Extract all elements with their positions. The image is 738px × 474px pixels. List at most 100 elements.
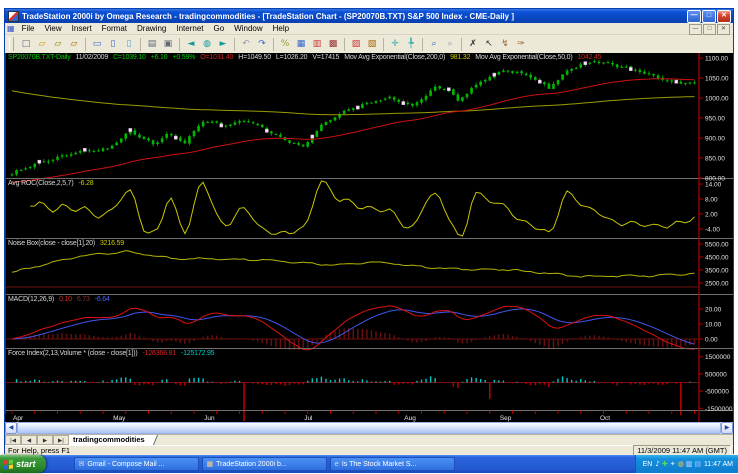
workspace-folder-icon[interactable]: ▧ [364,37,380,52]
hand-tool-icon[interactable]: ✑ [513,37,529,52]
redo-icon[interactable]: ↷ [254,37,270,52]
network-icon[interactable]: ▥ [686,460,693,468]
chart-analysis-icon[interactable]: ▨ [348,37,364,52]
zoom-in-icon[interactable]: ⌕ [426,37,442,52]
taskbar-clock[interactable]: 11:47 AM [704,461,733,468]
back-icon[interactable]: ◄ [183,37,199,52]
radar-screen-icon[interactable]: ▩ [325,37,341,52]
print-preview-icon[interactable]: ▯ [121,37,137,52]
tab-nav-button-0[interactable]: |◀ [5,435,21,445]
antivirus-icon[interactable]: ✚ [662,460,668,468]
axis-label: 950.00 [705,116,725,123]
messenger-icon[interactable]: ✦ [670,460,676,468]
tab-nav-button-3[interactable]: ▶| [53,435,69,445]
tab-nav-button-2[interactable]: ▶ [37,435,53,445]
force-label-segment: -125172.95 [181,350,214,357]
drawing-tool-icon[interactable]: ✗ [465,37,481,52]
open-workspace-icon[interactable]: ▱ [50,37,66,52]
axis-label: 5500.00 [705,242,729,249]
crosshair-icon[interactable]: ✛ [387,37,403,52]
undo-icon[interactable]: ↶ [238,37,254,52]
month-label: Oct [600,415,610,422]
page-setup-icon[interactable]: ▯ [105,37,121,52]
menu-view[interactable]: View [39,24,66,33]
menu-internet[interactable]: Internet [171,24,208,33]
minimize-button[interactable]: — [687,10,701,23]
close-button[interactable]: ✕ [717,10,731,23]
scroll-left-button[interactable]: ◀ [5,422,17,434]
menu-window[interactable]: Window [229,24,267,33]
toolbar-separator [344,38,345,51]
scroll-right-button[interactable]: ▶ [721,422,733,434]
format-symbol-icon[interactable]: % [277,37,293,52]
symbol-line-segment: 981.32 [450,54,470,61]
axis-label: 1050.00 [705,76,729,83]
tradestation-icon: ▦ [207,460,214,468]
app-icon [8,11,19,22]
symbol-line-segment: Mov Avg Exponential(Close,200,0) [344,54,445,61]
axis-label: -4.00 [705,227,720,234]
close-workspace-icon[interactable]: ▱ [66,37,82,52]
scrollbar-thumb[interactable] [17,422,721,434]
chart-area: 1100.001050.001000.00950.00900.00850.008… [5,53,733,422]
forward-icon[interactable]: ► [215,37,231,52]
internet-icon[interactable]: ◍ [199,37,215,52]
save-desktop-icon[interactable]: ▭ [89,37,105,52]
macd-label-segment: MACD(12,26,9) [8,296,54,303]
menu-go[interactable]: Go [209,24,230,33]
menu-drawing[interactable]: Drawing [132,24,171,33]
symbol-line-segment: C=1039.10 [113,54,146,61]
toolbar-separator [140,38,141,51]
chart-canvas[interactable]: 1100.001050.001000.00950.00900.00850.008… [5,53,733,422]
noise-label-segment: Noise Box(close - close[1],20) [8,240,95,247]
toolbar-separator [85,38,86,51]
system-tray: EN ♪✚✦◍▥▤ 11:47 AM [635,455,738,473]
open-icon[interactable]: ▱ [34,37,50,52]
roc-indicator-label: Avg ROC(Close,2,5,7)-6.28 [8,180,98,187]
update-icon[interactable]: ◍ [678,460,684,468]
axis-label: -1500000 [705,406,733,413]
toolbar-grip[interactable] [9,37,14,51]
child-restore-button[interactable]: □ [703,24,716,35]
pointer-icon[interactable]: ↖ [481,37,497,52]
month-label: May [113,415,126,422]
child-minimize-button[interactable]: — [689,24,702,35]
windows-logo-icon [4,459,13,469]
data-window-icon[interactable]: ╄ [403,37,419,52]
menu-help[interactable]: Help [268,24,294,33]
language-indicator[interactable]: EN [643,461,653,468]
new-chart-icon[interactable]: □ [18,37,34,52]
axis-label: 10.00 [705,322,722,329]
axis-label: 850.00 [705,156,725,163]
title-bar[interactable]: TradeStation 2000i by Omega Research - t… [5,9,733,23]
monitor-icon[interactable]: ▤ [694,460,701,468]
volume-icon[interactable]: ♪ [655,460,659,468]
menu-insert[interactable]: Insert [67,24,97,33]
print-icon[interactable]: ▤ [144,37,160,52]
task-ie-stock-market[interactable]: eIs The Stock Market S... [330,457,455,471]
tile-windows-icon[interactable]: ▦ [293,37,309,52]
task-tradestation[interactable]: ▦TradeStation 2000i b... [202,457,327,471]
horizontal-scrollbar[interactable]: ◀ ▶ [5,422,733,434]
restore-button[interactable]: □ [702,10,716,23]
tab-nav-button-1[interactable]: ◀ [21,435,37,445]
month-label: Jul [304,415,313,422]
workspace-tab[interactable]: tradingcommodities [69,435,151,445]
symbol-line-segment: +0.59% [172,54,195,61]
child-close-button[interactable]: ✕ [717,24,730,35]
gmail-icon: ✉ [79,460,85,468]
toolbar-separator [461,38,462,51]
zoom-out-icon[interactable]: ⌕ [442,37,458,52]
menu-format[interactable]: Format [97,24,132,33]
window-title: TradeStation 2000i by Omega Research - t… [22,12,514,21]
start-button[interactable]: start [0,455,46,473]
axis-label: 1500000 [705,354,731,361]
task-gmail[interactable]: ✉Gmail - Compose Mail ... [74,457,199,471]
force-label-segment: -126368.81 [143,350,176,357]
properties-icon[interactable]: ▣ [160,37,176,52]
roc-label-segment: Avg ROC(Close,2,5,7) [8,180,74,187]
eraser-icon[interactable]: ↯ [497,37,513,52]
menu-file[interactable]: File [17,24,40,33]
quote-window-icon[interactable]: ▥ [309,37,325,52]
axis-label: 2500.00 [705,281,729,288]
